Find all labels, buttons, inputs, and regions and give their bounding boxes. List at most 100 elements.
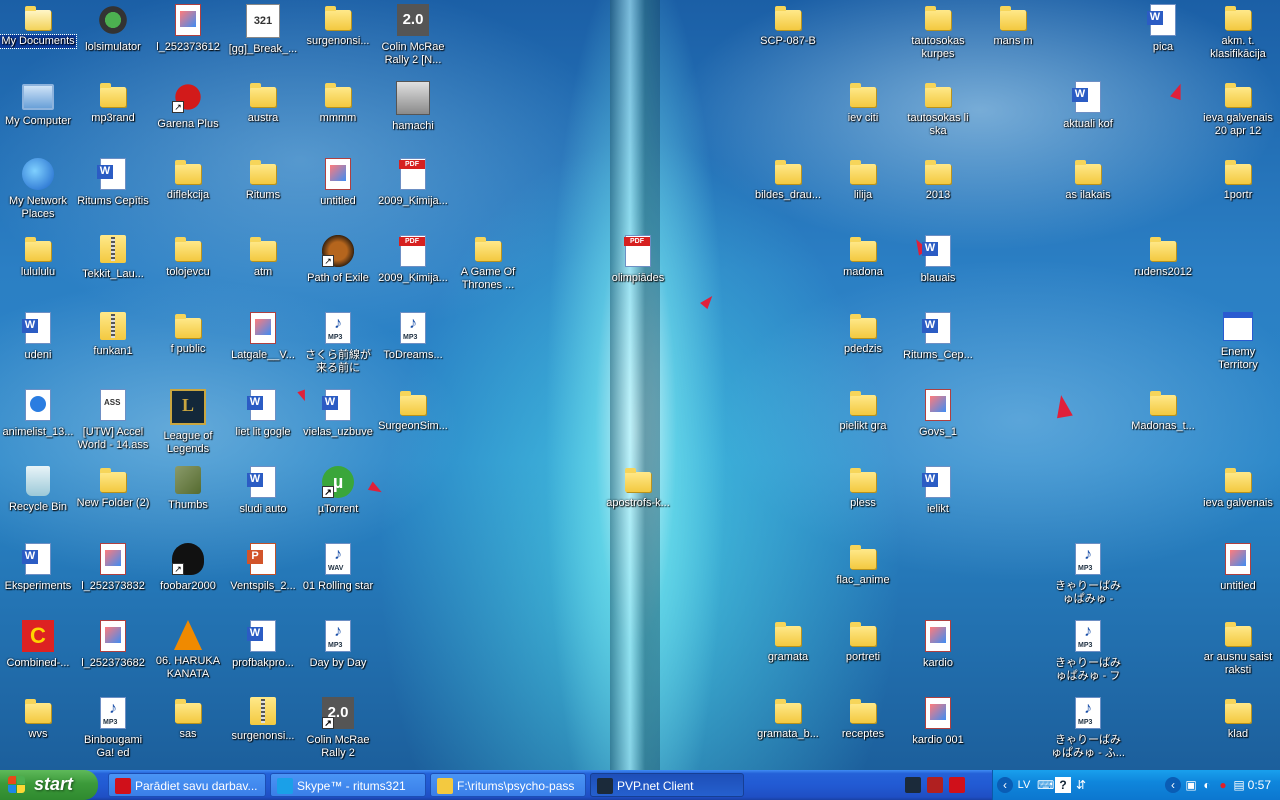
desktop-icon[interactable]: gramata: [750, 618, 826, 692]
desktop-icon[interactable]: madona: [825, 233, 901, 307]
desktop-icon[interactable]: Enemy Territory: [1200, 310, 1276, 384]
desktop-icon[interactable]: lolsimulator: [75, 2, 151, 76]
desktop-icon[interactable]: Tekkit_Lau...: [75, 233, 151, 307]
desktop-icon[interactable]: My Network Places: [0, 156, 76, 230]
desktop-icon[interactable]: PDF olimpiādes: [600, 233, 676, 307]
desktop-icon[interactable]: iev citi: [825, 79, 901, 153]
desktop-icon[interactable]: akm. t. klasifikācija: [1200, 2, 1276, 76]
desktop-icon[interactable]: as ilakais: [1050, 156, 1126, 230]
desktop-icon[interactable]: µ ↗ µTorrent: [300, 464, 376, 538]
help-icon[interactable]: ?: [1055, 777, 1071, 793]
desktop-icon[interactable]: lulululu: [0, 233, 76, 307]
desktop-icon[interactable]: austra: [225, 79, 301, 153]
app-icon[interactable]: [927, 777, 943, 793]
desktop-icon[interactable]: mans m: [975, 2, 1051, 76]
lol-icon[interactable]: [905, 777, 921, 793]
desktop[interactable]: My Documents lolsimulator l_252373612 321 [g…: [0, 0, 1280, 770]
desktop-icon[interactable]: ♪ MP3 ToDreams...: [375, 310, 451, 384]
antivirus-icon[interactable]: ▤: [1231, 777, 1247, 793]
desktop-icon[interactable]: Wliet lit gogle: [225, 387, 301, 461]
desktop-icon[interactable]: ieva galvenais 20 apr 12: [1200, 79, 1276, 153]
keyboard-icon[interactable]: ⌨: [1037, 777, 1054, 793]
desktop-icon[interactable]: Madonas_t...: [1125, 387, 1201, 461]
desktop-icon[interactable]: 2.0 ↗ Colin McRae Rally 2: [300, 695, 376, 769]
taskbar-button[interactable]: PVP.net Client: [590, 773, 744, 797]
language-indicator[interactable]: LV: [1013, 777, 1035, 793]
desktop-icon[interactable]: ♪ WAV 01 Rolling star: [300, 541, 376, 615]
desktop-icon[interactable]: funkan1: [75, 310, 151, 384]
desktop-icon[interactable]: ieva galvenais: [1200, 464, 1276, 538]
desktop-icon[interactable]: f public: [150, 310, 226, 384]
desktop-icon[interactable]: 1portr: [1200, 156, 1276, 230]
desktop-icon[interactable]: ♪ MP3 Day by Day: [300, 618, 376, 692]
desktop-icon[interactable]: mmmm: [300, 79, 376, 153]
desktop-icon[interactable]: klad: [1200, 695, 1276, 769]
desktop-icon[interactable]: 321 [gg]_Break_...: [225, 2, 301, 76]
desktop-icon[interactable]: Recycle Bin: [0, 464, 76, 538]
desktop-icon[interactable]: ♪ MP3 Binbougami Ga! ed: [75, 695, 151, 769]
desktop-icon[interactable]: W Ritums Cepītis: [75, 156, 151, 230]
desktop-icon[interactable]: tautosokas li ska: [900, 79, 976, 153]
desktop-icon[interactable]: receptes: [825, 695, 901, 769]
desktop-icon[interactable]: atm: [225, 233, 301, 307]
start-button[interactable]: start: [0, 770, 98, 800]
desktop-icon[interactable]: diflekcija: [150, 156, 226, 230]
desktop-icon[interactable]: pdedzis: [825, 310, 901, 384]
desktop-icon[interactable]: ♪ MP3 きゃりーぱみゅぱみゅ - ふ...: [1050, 695, 1126, 769]
desktop-icon[interactable]: bildes_drau...: [750, 156, 826, 230]
desktop-icon[interactable]: sas: [150, 695, 226, 769]
desktop-icon[interactable]: W Eksperiments: [0, 541, 76, 615]
desktop-icon[interactable]: tolojevcu: [150, 233, 226, 307]
desktop-icon[interactable]: Wprofbakpro...: [225, 618, 301, 692]
desktop-icon[interactable]: New Folder (2): [75, 464, 151, 538]
desktop-icon[interactable]: surgenonsi...: [300, 2, 376, 76]
desktop-icon[interactable]: gramata_b...: [750, 695, 826, 769]
volume-icon[interactable]: ◐: [1199, 777, 1215, 793]
desktop-icon[interactable]: wvs: [0, 695, 76, 769]
desktop-icon[interactable]: C Combined-...: [0, 618, 76, 692]
desktop-icon[interactable]: PDF 2009_Kimija...: [375, 233, 451, 307]
desktop-icon[interactable]: portreti: [825, 618, 901, 692]
opera-tray-icon[interactable]: ●: [1215, 777, 1231, 793]
desktop-icon[interactable]: rudens2012: [1125, 233, 1201, 307]
desktop-icon[interactable]: ↗ Garena Plus: [150, 79, 226, 153]
desktop-icon[interactable]: My Documents: [0, 2, 77, 76]
network-connection-icon[interactable]: ▣: [1183, 777, 1199, 793]
desktop-icon[interactable]: Wvielas_uzbuve: [300, 387, 376, 461]
desktop-icon[interactable]: Wsludi auto: [225, 464, 301, 538]
network-icon[interactable]: ⇵: [1073, 777, 1089, 793]
desktop-icon[interactable]: l_252373682: [75, 618, 151, 692]
desktop-icon[interactable]: ♪MP3 きゃりーぱみゅぱみゅ - CA...: [1050, 541, 1126, 615]
desktop-icon[interactable]: 2013: [900, 156, 976, 230]
desktop-icon[interactable]: lilija: [825, 156, 901, 230]
desktop-icon[interactable]: My Computer: [0, 79, 76, 153]
desktop-icon[interactable]: SurgeonSim...: [375, 387, 451, 461]
desktop-icon[interactable]: hamachi: [375, 79, 451, 153]
desktop-icon[interactable]: surgenonsi...: [225, 695, 301, 769]
desktop-icon[interactable]: Waktuali kof: [1050, 79, 1126, 153]
desktop-icon[interactable]: ASS [UTW] Accel World - 14.ass: [75, 387, 151, 461]
taskbar-button[interactable]: Skype™ - ritums321: [270, 773, 426, 797]
desktop-icon[interactable]: 06. HARUKA KANATA: [150, 618, 226, 692]
desktop-icon[interactable]: PDF 2009_Kimija...: [375, 156, 451, 230]
taskbar-button[interactable]: Parādiet savu darbav...: [108, 773, 266, 797]
desktop-icon[interactable]: l_252373612: [150, 2, 226, 76]
desktop-icon[interactable]: l_252373832: [75, 541, 151, 615]
opera-icon[interactable]: [949, 777, 965, 793]
desktop-icon[interactable]: Govs_1: [900, 387, 976, 461]
chevron-left-icon[interactable]: ‹: [997, 777, 1013, 793]
desktop-icon[interactable]: P Ventspils_2...: [225, 541, 301, 615]
desktop-icon[interactable]: untitled: [1200, 541, 1276, 615]
desktop-icon[interactable]: pless: [825, 464, 901, 538]
clock[interactable]: 0:57: [1248, 770, 1271, 800]
desktop-icon[interactable]: animelist_13...: [0, 387, 76, 461]
desktop-icon[interactable]: flac_anime: [825, 541, 901, 615]
desktop-icon[interactable]: pielikt gra: [825, 387, 901, 461]
desktop-icon[interactable]: Ritums: [225, 156, 301, 230]
desktop-icon[interactable]: ↗ Path of Exile: [300, 233, 376, 307]
desktop-icon[interactable]: Wielikt: [900, 464, 976, 538]
desktop-icon[interactable]: tautosokas kurpes: [900, 2, 976, 76]
desktop-icon[interactable]: SCP-087-B: [750, 2, 826, 76]
desktop-icon[interactable]: A Game Of Thrones ...: [450, 233, 526, 307]
desktop-icon[interactable]: ♪MP3 きゃりーぱみゅぱみゅ - ファ...: [1050, 618, 1126, 692]
